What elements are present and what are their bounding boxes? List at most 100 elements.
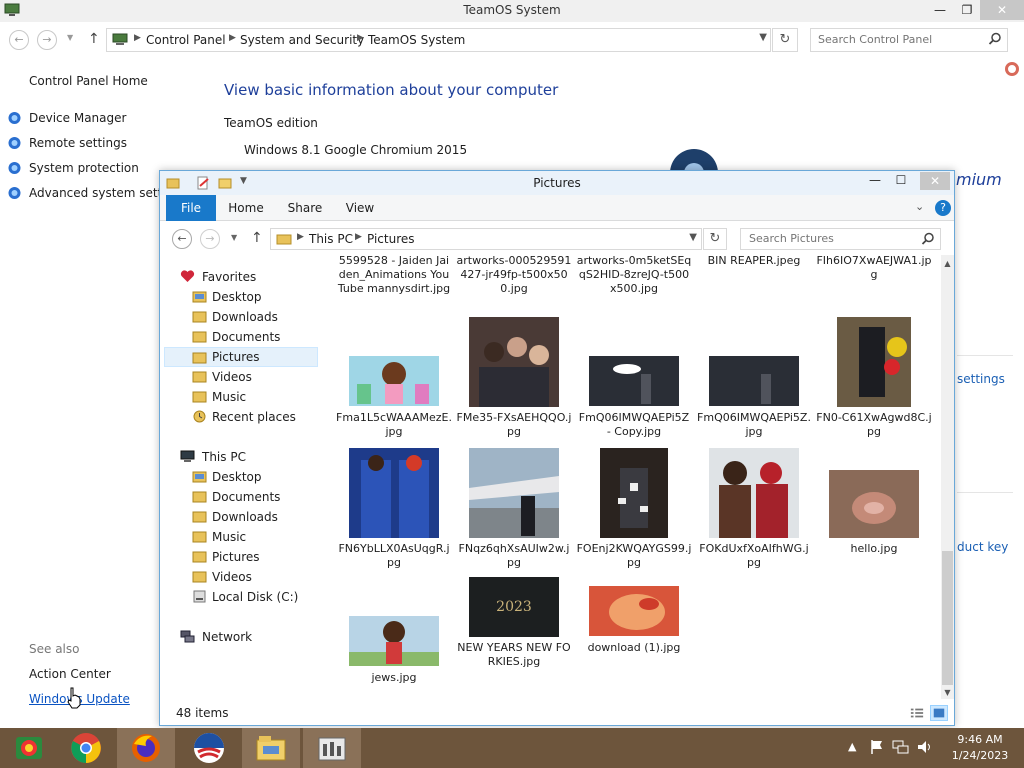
ribbon-expand-icon[interactable]: ⌄ bbox=[915, 200, 924, 213]
file-name: FOKdUxfXoAIfhWG.jpg bbox=[699, 542, 809, 569]
explorer-forward-button[interactable]: → bbox=[200, 229, 220, 249]
explorer-address-bar[interactable]: ▶ This PC ▶ Pictures ▼ bbox=[270, 228, 702, 250]
nav-pc-local-disk[interactable]: Local Disk (C:) bbox=[164, 587, 318, 607]
tab-file[interactable]: File bbox=[166, 195, 216, 221]
breadcrumb-system-and-security[interactable]: System and Security bbox=[240, 33, 364, 47]
explorer-address-dropdown-icon[interactable]: ▼ bbox=[689, 232, 697, 243]
taskbar-file-explorer[interactable] bbox=[242, 728, 300, 768]
explorer-maximize-button[interactable]: ☐ bbox=[889, 173, 913, 187]
nav-pc-documents[interactable]: Documents bbox=[164, 487, 318, 507]
breadcrumb-this-pc[interactable]: This PC bbox=[309, 232, 353, 246]
scroll-down-icon[interactable]: ▼ bbox=[941, 688, 954, 697]
action-center-flag-icon[interactable] bbox=[869, 739, 885, 755]
action-center-link[interactable]: Action Center bbox=[29, 667, 111, 681]
heart-icon bbox=[180, 270, 195, 282]
help-icon[interactable]: ? bbox=[935, 200, 951, 216]
nav-pc-pictures[interactable]: Pictures bbox=[164, 547, 318, 567]
nav-label: Pictures bbox=[212, 350, 260, 364]
file-name: jews.jpg bbox=[371, 671, 417, 684]
explorer-window: ▼ Pictures — ☐ ✕ File Home Share View ⌄ … bbox=[159, 170, 955, 726]
shield-icon bbox=[8, 137, 21, 149]
file-name: FMe35-FXsAEHQQO.jpg bbox=[456, 411, 572, 438]
nav-pc-music[interactable]: Music bbox=[164, 527, 318, 547]
explorer-refresh-button[interactable]: ↻ bbox=[703, 228, 727, 250]
nav-label: Music bbox=[212, 390, 247, 404]
nav-pc-downloads[interactable]: Downloads bbox=[164, 507, 318, 527]
cp-back-button[interactable]: ← bbox=[9, 30, 29, 50]
breadcrumb-teamos-system[interactable]: TeamOS System bbox=[368, 33, 465, 47]
explorer-search-input[interactable] bbox=[749, 232, 914, 245]
product-key-link[interactable]: duct key bbox=[957, 540, 1008, 554]
scrollbar-thumb[interactable] bbox=[942, 551, 953, 685]
nav-label: Pictures bbox=[212, 550, 260, 564]
edition-value: Windows 8.1 Google Chromium 2015 bbox=[244, 143, 468, 157]
control-panel-home-link[interactable]: Control Panel Home bbox=[29, 74, 148, 88]
taskbar-obama[interactable] bbox=[180, 728, 238, 768]
taskbar-firefox[interactable] bbox=[117, 728, 175, 768]
scroll-up-icon[interactable]: ▲ bbox=[941, 259, 954, 268]
explorer-back-button[interactable]: ← bbox=[172, 229, 192, 249]
explorer-up-button[interactable]: ↑ bbox=[251, 230, 263, 246]
change-settings-link[interactable]: settings bbox=[957, 372, 1005, 386]
nav-label: Videos bbox=[212, 570, 252, 584]
cp-minimize-button[interactable]: — bbox=[926, 0, 954, 20]
cp-forward-button[interactable]: → bbox=[37, 30, 57, 50]
details-view-icon[interactable] bbox=[908, 705, 926, 721]
nav-fav-pictures[interactable]: Pictures bbox=[164, 347, 318, 367]
vertical-scrollbar[interactable]: ▲ ▼ bbox=[941, 255, 954, 699]
taskbar-control-panel[interactable] bbox=[303, 728, 361, 768]
nav-network[interactable]: Network bbox=[164, 627, 318, 647]
nav-favorites[interactable]: Favorites bbox=[164, 267, 318, 287]
tray-expand-icon[interactable]: ▲ bbox=[848, 740, 856, 753]
explorer-search-box[interactable] bbox=[740, 228, 941, 250]
cp-search-input[interactable] bbox=[818, 33, 983, 46]
file-name: FN0-C61XwAgwd8C.jpg bbox=[816, 411, 932, 438]
cp-close-button[interactable]: ✕ bbox=[980, 0, 1024, 20]
network-icon[interactable] bbox=[892, 739, 910, 755]
clock[interactable]: 9:46 AM 1/24/2023 bbox=[940, 732, 1020, 764]
file-name: 5599528 - Jaiden Jaiden_Animations YouTu… bbox=[337, 255, 451, 295]
cp-refresh-button[interactable]: ↻ bbox=[772, 28, 798, 52]
cp-titlebar: TeamOS System — ❐ ✕ bbox=[0, 0, 1024, 22]
taskbar-file-manager[interactable] bbox=[0, 728, 58, 768]
large-icons-view-icon[interactable] bbox=[930, 705, 948, 721]
tab-view[interactable]: View bbox=[340, 195, 380, 221]
cp-search-box[interactable] bbox=[810, 28, 1008, 52]
breadcrumb-separator-icon: ▶ bbox=[134, 33, 141, 43]
image-thumbnail-icon bbox=[709, 448, 799, 538]
cp-address-bar[interactable]: ▶ Control Panel ▶ System and Security ▶ … bbox=[106, 28, 771, 52]
help-lifebuoy-icon[interactable] bbox=[1005, 62, 1019, 76]
nav-fav-downloads[interactable]: Downloads bbox=[164, 307, 318, 327]
nav-fav-videos[interactable]: Videos bbox=[164, 367, 318, 387]
breadcrumb-pictures[interactable]: Pictures bbox=[367, 232, 415, 246]
tab-share[interactable]: Share bbox=[280, 195, 330, 221]
file-name: FmQ06IMWQAEPi5Z.jpg bbox=[697, 411, 811, 438]
cp-maximize-button[interactable]: ❐ bbox=[954, 0, 980, 20]
explorer-recent-locations-icon[interactable]: ▼ bbox=[231, 233, 237, 242]
tab-home[interactable]: Home bbox=[224, 195, 268, 221]
image-thumbnail-icon bbox=[349, 616, 439, 666]
search-icon[interactable] bbox=[921, 232, 935, 246]
nav-fav-recent-places[interactable]: Recent places bbox=[164, 407, 318, 427]
cp-up-button[interactable]: ↑ bbox=[88, 31, 100, 47]
nav-fav-music[interactable]: Music bbox=[164, 387, 318, 407]
search-icon[interactable] bbox=[988, 32, 1002, 46]
nav-pc-videos[interactable]: Videos bbox=[164, 567, 318, 587]
cp-address-dropdown-icon[interactable]: ▼ bbox=[759, 32, 767, 43]
nav-fav-desktop[interactable]: Desktop bbox=[164, 287, 318, 307]
breadcrumb-control-panel[interactable]: Control Panel bbox=[146, 33, 226, 47]
network-icon bbox=[180, 630, 195, 643]
explorer-close-button[interactable]: ✕ bbox=[920, 172, 950, 190]
cp-recent-locations-icon[interactable]: ▼ bbox=[67, 33, 73, 42]
cp-address-row: ← → ▼ ↑ ▶ Control Panel ▶ System and Sec… bbox=[0, 26, 1024, 54]
file-name: Fma1L5cWAAAMezE.jpg bbox=[336, 411, 452, 438]
computer-icon bbox=[180, 450, 195, 462]
taskbar-chrome[interactable] bbox=[57, 728, 115, 768]
nav-fav-documents[interactable]: Documents bbox=[164, 327, 318, 347]
volume-icon[interactable] bbox=[916, 739, 934, 755]
explorer-minimize-button[interactable]: — bbox=[863, 173, 887, 187]
nav-this-pc[interactable]: This PC bbox=[164, 447, 318, 467]
image-thumbnail-icon bbox=[349, 448, 439, 538]
item-count: 48 items bbox=[176, 706, 229, 720]
nav-pc-desktop[interactable]: Desktop bbox=[164, 467, 318, 487]
